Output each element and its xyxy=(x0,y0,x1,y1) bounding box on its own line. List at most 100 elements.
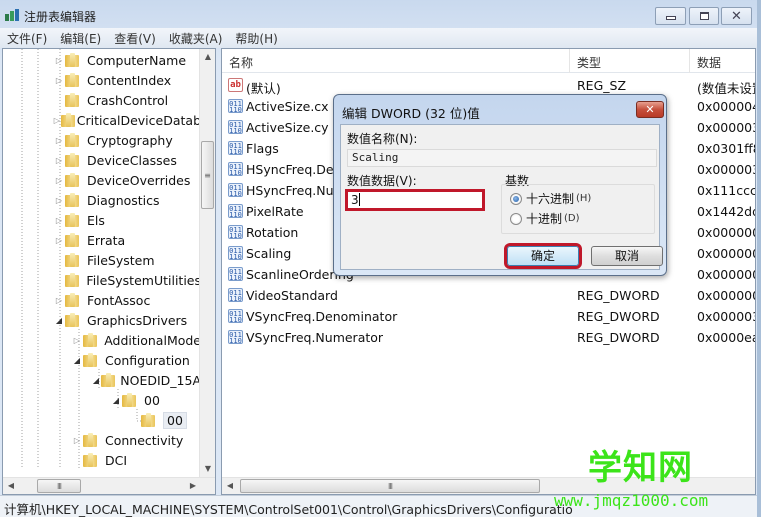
collapsed-arrow-icon[interactable]: ▷ xyxy=(53,196,65,205)
tree-item[interactable]: ◢ NOEDID_15A xyxy=(3,370,201,390)
folder-icon xyxy=(64,273,81,287)
scroll-down-icon[interactable]: ▼ xyxy=(200,461,216,477)
tree-item[interactable]: ▷ Connectivity xyxy=(3,430,201,450)
value-name-label: 数值名称(N): xyxy=(347,132,418,146)
tree-item[interactable]: ◢ Configuration xyxy=(3,350,201,370)
folder-icon xyxy=(83,353,99,367)
scroll-left-icon[interactable]: ◀ xyxy=(222,478,238,494)
value-row[interactable]: 011 110 VSyncFreq.Denominator REG_DWORD 0x00… xyxy=(222,306,755,327)
folder-icon xyxy=(82,333,99,347)
tree-hscroll-thumb[interactable]: III xyxy=(37,479,81,493)
radio-hexadecimal[interactable]: 十六进制 (H) xyxy=(510,190,591,207)
collapsed-arrow-icon[interactable]: ▷ xyxy=(53,136,65,145)
text-caret xyxy=(358,193,360,206)
tree-item[interactable]: ◢ GraphicsDrivers xyxy=(3,310,201,330)
tree-item[interactable]: ▷ ContentIndex xyxy=(3,70,201,90)
collapsed-arrow-icon[interactable]: ▷ xyxy=(71,336,83,345)
folder-icon xyxy=(65,93,81,107)
value-data-input[interactable]: 3 xyxy=(345,189,485,211)
tree-item[interactable]: ▷ Diagnostics xyxy=(3,190,201,210)
tree-item[interactable]: ▷ ComputerName xyxy=(3,50,201,70)
tree-item[interactable]: ▷ Cryptography xyxy=(3,130,201,150)
tree-horizontal-scrollbar[interactable]: ◀ III ▶ xyxy=(3,477,215,494)
folder-icon xyxy=(65,313,81,327)
column-header-type[interactable]: 类型 xyxy=(570,49,690,73)
tree-item[interactable]: ◢ 00 xyxy=(3,390,201,410)
binary-value-icon: 011 110 xyxy=(228,246,243,261)
scroll-right-icon[interactable]: ▶ xyxy=(185,478,201,494)
folder-icon xyxy=(65,53,81,67)
value-row[interactable]: 011 110 VSyncFreq.Numerator REG_DWORD 0x0000… xyxy=(222,327,755,348)
tree-item-label: CriticalDeviceDatab xyxy=(76,112,201,128)
tree-item[interactable]: ▷ FontAssoc xyxy=(3,290,201,310)
binary-value-icon: 011 110 xyxy=(228,183,243,198)
folder-icon xyxy=(65,213,81,227)
maximize-button[interactable] xyxy=(689,7,719,25)
ok-button[interactable]: 确定 xyxy=(504,243,582,269)
tree-vertical-scrollbar[interactable]: ▲ ≡ ▼ xyxy=(199,49,215,477)
value-row[interactable]: ab(默认)REG_SZ(数值未设置) xyxy=(222,75,755,96)
expanded-arrow-icon[interactable]: ◢ xyxy=(71,356,83,365)
collapsed-arrow-icon[interactable]: ▷ xyxy=(53,116,61,125)
tree-item[interactable]: ▷ Els xyxy=(3,210,201,230)
list-hscroll-thumb[interactable]: III xyxy=(240,479,540,493)
scroll-left-icon[interactable]: ◀ xyxy=(3,478,19,494)
collapsed-arrow-icon[interactable]: ▷ xyxy=(53,216,65,225)
value-data: 0x000000 xyxy=(697,225,756,240)
dialog-close-button[interactable]: ✕ xyxy=(636,101,664,118)
cancel-button[interactable]: 取消 xyxy=(591,246,663,266)
tree-item[interactable]: ▷ Errata xyxy=(3,230,201,250)
title-bar[interactable]: 注册表编辑器 ✕ xyxy=(0,0,757,30)
collapsed-arrow-icon[interactable]: ▷ xyxy=(53,76,65,85)
menu-view[interactable]: 查看(V) xyxy=(107,28,162,48)
expanded-arrow-icon[interactable]: ◢ xyxy=(53,316,65,325)
tree-vscroll-thumb[interactable]: ≡ xyxy=(201,141,214,209)
column-header-name[interactable]: 名称 xyxy=(222,49,570,73)
value-name: VSyncFreq.Denominator xyxy=(246,309,398,324)
tree-item[interactable]: ▷ AdditionalMode xyxy=(3,330,201,350)
tree-item[interactable]: ▷ DeviceClasses xyxy=(3,150,201,170)
menu-help[interactable]: 帮助(H) xyxy=(228,28,283,48)
tree-item-label: FontAssoc xyxy=(87,292,151,308)
tree-item[interactable]: ▷ CriticalDeviceDatab xyxy=(3,110,201,130)
folder-icon xyxy=(100,373,116,387)
tree-item-label: 00 xyxy=(163,411,187,429)
menu-file[interactable]: 文件(F) xyxy=(0,28,53,48)
tree-item[interactable]: FileSystem xyxy=(3,250,201,270)
tree-item[interactable]: CrashControl xyxy=(3,90,201,110)
tree-item-label: NOEDID_15A xyxy=(120,372,201,388)
tree-item[interactable]: FileSystemUtilities xyxy=(3,270,201,290)
binary-value-icon: 011 110 xyxy=(228,225,243,240)
radio-unselected-icon[interactable] xyxy=(510,212,522,225)
minimize-button[interactable] xyxy=(655,7,686,25)
folder-icon xyxy=(83,433,99,447)
collapsed-arrow-icon[interactable]: ▷ xyxy=(53,156,65,165)
base-radio-group: 十六进制 (H) 十进制 (D) xyxy=(501,184,655,234)
scroll-up-icon[interactable]: ▲ xyxy=(200,49,216,65)
value-row[interactable]: 011 110 VideoStandard REG_DWORD 0x000000 xyxy=(222,285,755,306)
tree-item[interactable]: ▷ DeviceOverrides xyxy=(3,170,201,190)
radio-decimal[interactable]: 十进制 (D) xyxy=(510,210,580,227)
close-button[interactable]: ✕ xyxy=(721,7,752,25)
column-header-data[interactable]: 数据 xyxy=(690,49,755,73)
value-data: 0x1442dd xyxy=(697,204,756,219)
collapsed-arrow-icon[interactable]: ▷ xyxy=(71,436,83,445)
collapsed-arrow-icon[interactable]: ▷ xyxy=(53,56,65,65)
expanded-arrow-icon[interactable]: ◢ xyxy=(91,376,101,385)
folder-icon xyxy=(65,253,81,267)
tree-item[interactable]: DCI xyxy=(3,450,201,470)
tree-item-label: ComputerName xyxy=(87,52,187,68)
radio-selected-icon[interactable] xyxy=(510,192,522,205)
expanded-arrow-icon[interactable]: ◢ xyxy=(110,396,122,405)
radio-dec-label: 十进制 xyxy=(526,212,563,226)
tree-item-label: Configuration xyxy=(105,352,190,368)
collapsed-arrow-icon[interactable]: ▷ xyxy=(53,236,65,245)
binary-value-icon: 011 110 xyxy=(228,162,243,177)
collapsed-arrow-icon[interactable]: ▷ xyxy=(53,176,65,185)
menu-favorites[interactable]: 收藏夹(A) xyxy=(162,28,229,48)
binary-value-icon: 011 110 xyxy=(228,120,243,135)
collapsed-arrow-icon[interactable]: ▷ xyxy=(53,296,65,305)
menu-edit[interactable]: 编辑(E) xyxy=(53,28,107,48)
folder-icon xyxy=(141,413,157,427)
tree-item[interactable]: 00 xyxy=(3,410,201,430)
